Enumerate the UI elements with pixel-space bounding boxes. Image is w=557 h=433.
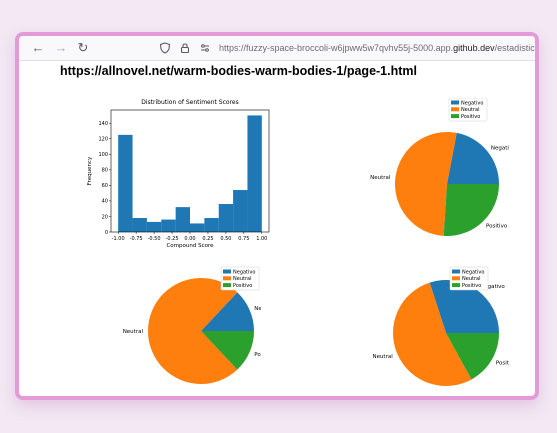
- histogram-bar: [146, 221, 162, 232]
- url-bar[interactable]: https://fuzzy-space-broccoli-w6jpww5w7qv…: [159, 39, 535, 56]
- x-tick-label: -0.75: [130, 236, 143, 242]
- legend-label: Neutral: [462, 276, 480, 282]
- x-tick-label: 0.75: [238, 236, 249, 242]
- pie-label: Neutral: [370, 175, 391, 181]
- pie-legend: NegativoNeutralPositivo: [220, 266, 260, 291]
- legend-swatch: [451, 114, 459, 119]
- histogram-bar: [118, 134, 133, 232]
- y-axis-label: Frequency: [87, 156, 93, 185]
- page-title: https://allnovel.net/warm-bodies-warm-bo…: [60, 64, 417, 78]
- pie-legend: NegativoNeutralPositivo: [448, 98, 488, 122]
- histogram-bar: [190, 223, 205, 232]
- histogram-bar: [218, 204, 234, 232]
- legend-swatch: [223, 276, 231, 281]
- histogram-bar: [132, 218, 147, 232]
- legend-label: Negativo: [462, 269, 484, 275]
- histogram-bar: [247, 115, 262, 232]
- legend-swatch: [452, 283, 460, 288]
- y-tick-label: 80: [102, 168, 108, 174]
- legend-swatch: [223, 283, 231, 288]
- reload-icon[interactable]: ↻: [76, 40, 90, 54]
- x-tick-label: -0.25: [166, 236, 179, 242]
- legend-swatch: [452, 276, 460, 281]
- legend-label: Positivo: [233, 283, 252, 289]
- legend-label: Neutral: [233, 276, 251, 282]
- legend-swatch: [452, 269, 460, 274]
- pie-label: Positivo: [486, 224, 508, 230]
- browser-toolbar: ← → ↻ https://fuzzy-space-broccoli-w6jpw…: [19, 36, 535, 61]
- pie-label: Positivo: [496, 361, 509, 367]
- pie-label: Neutral: [123, 329, 144, 335]
- y-tick-label: 120: [98, 137, 108, 143]
- x-tick-label: 1.00: [256, 236, 267, 242]
- y-tick-label: 40: [102, 199, 108, 205]
- x-tick-label: 0.50: [220, 236, 231, 242]
- shield-icon[interactable]: [159, 41, 171, 54]
- chart-title: Distribution of Sentiment Scores: [141, 99, 238, 106]
- pie-label: Negativo: [491, 146, 509, 152]
- x-tick-label: -1.00: [112, 236, 125, 242]
- x-tick-label: 0.25: [202, 236, 213, 242]
- pie-chart-1: NegativoNeutralPositivoNegativoNeutralPo…: [370, 98, 509, 236]
- legend-swatch: [451, 100, 459, 105]
- pie-label: Positivo: [254, 352, 261, 358]
- histogram-bar: [204, 218, 219, 232]
- pie-label: Negativo: [254, 306, 261, 312]
- legend-swatch: [451, 107, 459, 112]
- legend-label: Negativo: [233, 269, 255, 275]
- legend-label: Negativo: [461, 100, 483, 106]
- legend-label: Positivo: [461, 114, 480, 120]
- browser-window: ← → ↻ https://fuzzy-space-broccoli-w6jpw…: [15, 32, 539, 400]
- lock-icon[interactable]: [179, 42, 191, 54]
- y-tick-label: 100: [98, 152, 108, 158]
- x-tick-label: 0.00: [184, 236, 195, 242]
- pie-label: Neutral: [372, 354, 393, 360]
- y-tick-label: 140: [98, 121, 108, 127]
- pie-legend: NegativoNeutralPositivo: [449, 266, 489, 291]
- histogram-bar: [175, 207, 190, 232]
- histogram-bar: [161, 219, 176, 232]
- y-tick-label: 60: [102, 183, 108, 189]
- permissions-icon[interactable]: [199, 42, 211, 54]
- histogram-chart: Distribution of Sentiment Scores -1.00 -0.…: [87, 99, 270, 249]
- legend-label: Neutral: [461, 107, 479, 113]
- y-tick-label: 0: [105, 230, 108, 236]
- legend-swatch: [223, 269, 231, 274]
- x-tick-label: -0.50: [148, 236, 161, 242]
- y-tick-label: 20: [102, 214, 108, 220]
- pie-chart-3: NegativoNeutralPositivoNegativoNeutralPo…: [372, 266, 509, 386]
- forward-icon[interactable]: →: [54, 40, 68, 54]
- url-text: https://fuzzy-space-broccoli-w6jpww5w7qv…: [219, 42, 535, 53]
- histogram-bar: [233, 190, 248, 232]
- x-axis-label: Compound Score: [166, 243, 214, 249]
- pie-chart-2: NegativoNeutralPositivoNegativoNeutralPo…: [123, 266, 261, 384]
- back-icon[interactable]: ←: [31, 40, 45, 54]
- page-content: https://allnovel.net/warm-bodies-warm-bo…: [19, 60, 535, 396]
- legend-label: Positivo: [462, 283, 481, 289]
